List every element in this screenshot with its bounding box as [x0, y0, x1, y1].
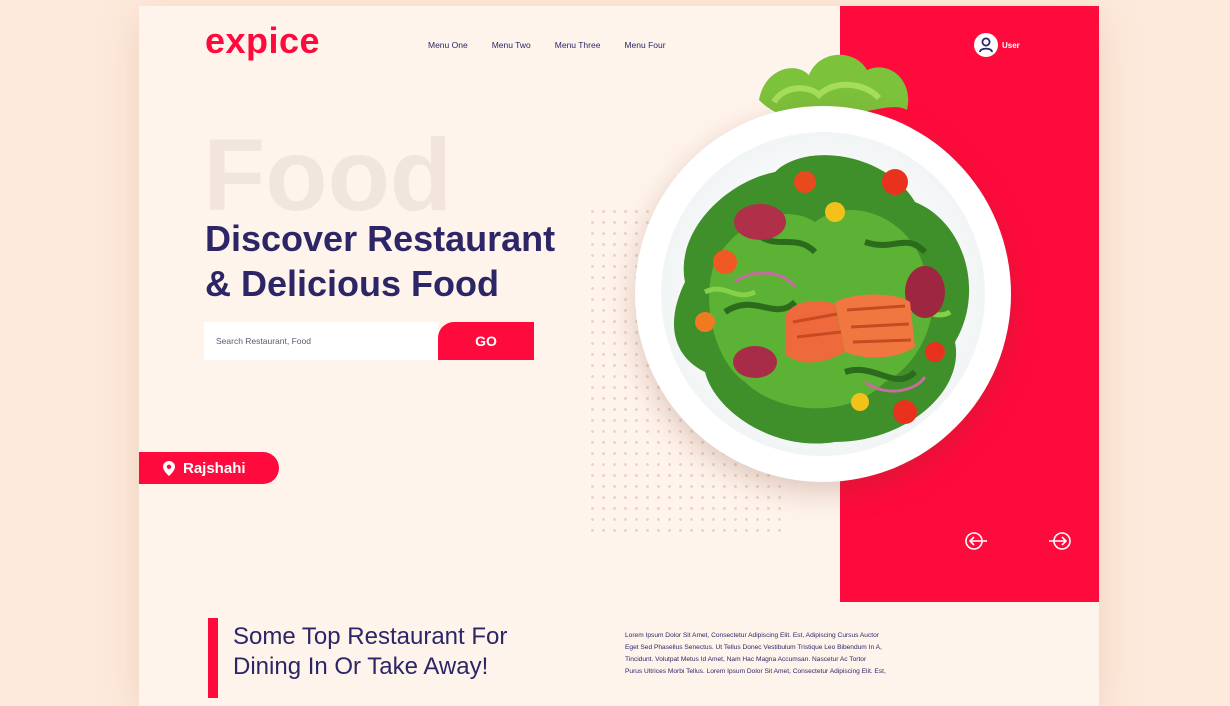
landing-page: expice Menu One Menu Two Menu Three Menu…: [139, 6, 1099, 706]
section-body-line: Tincidunt. Volutpat Metus Id Amet, Nam H…: [625, 656, 867, 663]
nav-item-menu-two[interactable]: Menu Two: [492, 40, 531, 50]
section-accent-bar: [208, 618, 218, 698]
section-body-line: Lorem Ipsum Dolor Sit Amet, Consectetur …: [625, 632, 879, 639]
arrow-left-icon[interactable]: [965, 531, 989, 551]
user-icon: [974, 33, 998, 57]
hero-headline: Discover Restaurant & Delicious Food: [205, 216, 555, 306]
nav-item-menu-three[interactable]: Menu Three: [555, 40, 601, 50]
search-input[interactable]: [204, 322, 438, 360]
location-button[interactable]: Rajshahi: [139, 452, 279, 484]
salad-image: [673, 155, 970, 444]
section-title-line-2: Dining In Or Take Away!: [233, 653, 489, 680]
headline-line-2: & Delicious Food: [205, 263, 500, 304]
section-title-line-1: Some Top Restaurant For: [233, 623, 508, 650]
nav-item-menu-one[interactable]: Menu One: [428, 40, 468, 50]
location-pin-icon: [163, 460, 175, 476]
search-bar: GO: [204, 322, 534, 360]
arrow-right-icon[interactable]: [1047, 531, 1071, 551]
nav-item-menu-four[interactable]: Menu Four: [624, 40, 665, 50]
section-body-line: Eget Sed Phasellus Senectus. Ut Tellus D…: [625, 644, 882, 651]
section-body-line: Purus Ultrices Morbi Tellus. Lorem Ipsum…: [625, 668, 886, 675]
main-nav: Menu One Menu Two Menu Three Menu Four: [428, 40, 666, 50]
section-title: Some Top Restaurant For Dining In Or Tak…: [233, 622, 563, 682]
plate: [635, 106, 1011, 482]
section-body: Lorem Ipsum Dolor Sit Amet, Consectetur …: [625, 630, 927, 678]
go-button[interactable]: GO: [438, 322, 534, 360]
logo[interactable]: expice: [205, 20, 320, 62]
user-label: User: [1002, 40, 1020, 50]
background-word: Food: [203, 118, 453, 232]
location-label: Rajshahi: [183, 459, 246, 477]
user-menu[interactable]: User: [974, 33, 1020, 57]
headline-line-1: Discover Restaurant: [205, 218, 556, 259]
